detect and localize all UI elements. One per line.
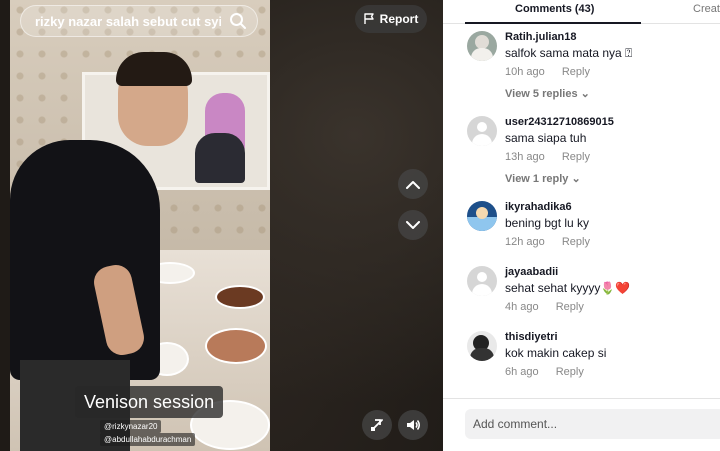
reply-button[interactable]: Reply (556, 366, 584, 378)
volume-button[interactable] (398, 410, 428, 440)
previous-video-button[interactable] (398, 169, 428, 199)
comment-meta: 10h ago Reply (505, 66, 590, 78)
view-replies-button[interactable]: View 5 replies ⌄ (505, 87, 590, 100)
avatar[interactable] (467, 201, 497, 231)
report-button[interactable]: Report (355, 5, 427, 33)
comment-text: bening bgt lu ky (505, 216, 590, 230)
comment-text: salfok sama mata nya ⍰ (505, 46, 633, 60)
comment-time: 12h ago (505, 236, 545, 248)
video-player[interactable]: rizky nazar salah sebut cut syif... Repo… (0, 0, 443, 451)
next-video-button[interactable] (398, 210, 428, 240)
avatar[interactable] (467, 331, 497, 361)
comment-username[interactable]: ikyrahadika6 (505, 201, 572, 213)
pip-button[interactable] (362, 410, 392, 440)
chevron-up-icon (406, 180, 420, 189)
chevron-down-icon (406, 220, 420, 229)
reply-button[interactable]: Reply (562, 236, 590, 248)
comment-meta: 13h ago Reply (505, 151, 590, 163)
person-hair (116, 52, 192, 86)
avatar[interactable] (467, 31, 497, 61)
comment-time: 13h ago (505, 151, 545, 163)
creator-tag[interactable]: @abdullahabdurachman (100, 433, 196, 446)
comment-time: 4h ago (505, 301, 539, 313)
background-person-2 (195, 133, 245, 183)
add-comment-input[interactable]: Add comment... (465, 409, 720, 439)
tab-creator-videos[interactable]: Creat (693, 3, 720, 15)
video-frame[interactable] (10, 0, 270, 451)
avatar[interactable] (467, 266, 497, 296)
comment-meta: 6h ago Reply (505, 366, 584, 378)
tab-comments[interactable]: Comments (43) (515, 3, 594, 15)
video-caption: Venison session (75, 386, 224, 418)
active-tab-indicator (465, 22, 641, 24)
report-label: Report (379, 12, 419, 26)
comment-username[interactable]: user24312710869015 (505, 116, 614, 128)
comment-text: sehat sehat kyyyy🌷❤️ (505, 281, 631, 295)
panel-tabs: Comments (43) Creat (443, 0, 720, 24)
comment-text: kok makin cakep si (505, 346, 607, 360)
reply-button[interactable]: Reply (562, 151, 590, 163)
pip-icon (371, 419, 383, 431)
dish (205, 328, 267, 364)
comment-meta: 12h ago Reply (505, 236, 590, 248)
creator-tag[interactable]: @rizkynazar20 (100, 420, 162, 433)
comment-time: 6h ago (505, 366, 539, 378)
divider (443, 398, 720, 399)
comment-username[interactable]: jayaabadii (505, 266, 558, 278)
search-query[interactable]: rizky nazar salah sebut cut syif... (35, 14, 221, 29)
comment-username[interactable]: Ratih.julian18 (505, 31, 577, 43)
search-icon[interactable] (229, 12, 247, 30)
reply-button[interactable]: Reply (562, 66, 590, 78)
comments-panel: Comments (43) Creat Ratih.julian18 salfo… (443, 0, 720, 451)
flag-icon (363, 13, 374, 24)
comment-text: sama siapa tuh (505, 131, 587, 145)
comment-username[interactable]: thisdiyetri (505, 331, 558, 343)
app-root: rizky nazar salah sebut cut syif... Repo… (0, 0, 720, 451)
search-bar[interactable]: rizky nazar salah sebut cut syif... (20, 5, 258, 37)
reply-button[interactable]: Reply (556, 301, 584, 313)
comment-meta: 4h ago Reply (505, 301, 584, 313)
comment-time: 10h ago (505, 66, 545, 78)
volume-icon (407, 420, 420, 430)
view-replies-button[interactable]: View 1 reply ⌄ (505, 172, 581, 185)
dish (215, 285, 265, 309)
avatar[interactable] (467, 116, 497, 146)
